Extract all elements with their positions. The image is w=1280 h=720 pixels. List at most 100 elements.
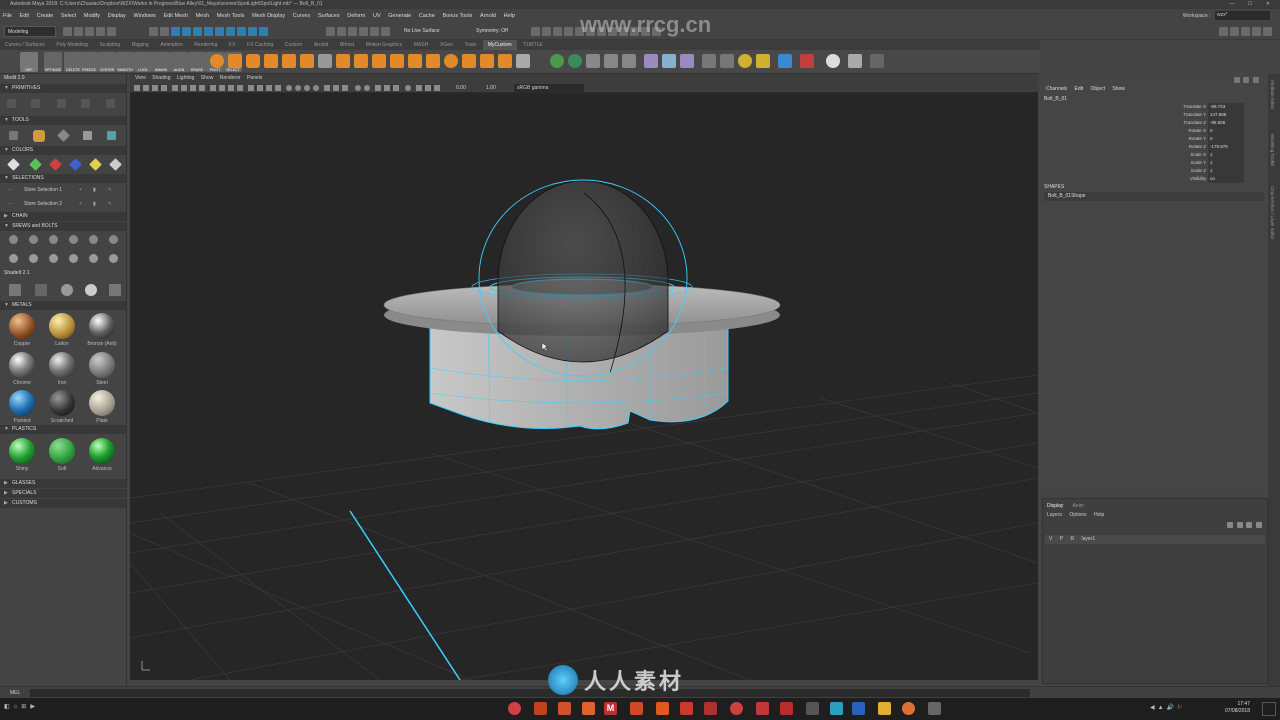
mode-dropdown[interactable]: Modeling <box>4 26 56 37</box>
box-tool-icon[interactable] <box>33 130 45 142</box>
select-object-icon[interactable] <box>160 27 169 36</box>
tab-channel-box-layer-editor[interactable]: Channel Box / Layer Editor <box>1270 186 1275 240</box>
triangle-tool-icon[interactable] <box>83 131 92 140</box>
menu-mesh-display[interactable]: Mesh Display <box>249 9 288 23</box>
shelf-tab[interactable]: Arnold <box>309 40 333 50</box>
shelf-tab[interactable]: Rigging <box>127 40 154 50</box>
section-colors[interactable]: ▼ COLORS <box>0 146 126 155</box>
mask-joint-icon[interactable] <box>193 27 202 36</box>
viewport-menu-view[interactable]: View <box>135 75 146 81</box>
gamma-field[interactable]: 1.00 <box>486 83 496 93</box>
snap-curve-icon[interactable] <box>337 27 346 36</box>
material-iron[interactable] <box>49 352 75 378</box>
move-layer-down-icon[interactable] <box>1236 522 1243 528</box>
shelf-tab[interactable]: MASH <box>409 40 433 50</box>
cylinder-primitive-icon[interactable] <box>246 54 260 68</box>
channel-row[interactable]: Translate Y 147.589 <box>1183 111 1244 119</box>
bolt-icon[interactable] <box>49 254 58 263</box>
layer-playback-toggle[interactable]: P <box>1060 536 1063 542</box>
add-icon[interactable]: + <box>79 197 82 211</box>
script-language-label[interactable]: MEL <box>10 690 20 696</box>
shelf-button-erase[interactable]: ERASE <box>188 52 206 72</box>
bridge-icon[interactable] <box>372 54 386 68</box>
shelf-button-freeze[interactable]: FREEZE <box>80 52 98 72</box>
section-specials[interactable]: ▶ SPECIALS <box>0 489 126 498</box>
remove-icon[interactable]: — <box>8 197 13 211</box>
taskbar-app-icon[interactable] <box>680 702 693 715</box>
taskbar-app-icon[interactable] <box>902 702 915 715</box>
mirror-icon[interactable] <box>444 54 458 68</box>
color-blue-icon[interactable] <box>69 158 82 171</box>
menu-edit[interactable]: Edit <box>17 9 32 23</box>
screw-icon[interactable] <box>49 235 58 244</box>
playblast-icon[interactable] <box>720 54 734 68</box>
new-layer-selected-icon[interactable] <box>1256 522 1262 528</box>
select-icon[interactable]: ▮ <box>93 183 96 197</box>
shelf-tab[interactable]: Bifrost <box>335 40 359 50</box>
cube-primitive-icon[interactable] <box>228 54 242 68</box>
cube-tool-icon[interactable] <box>107 131 116 140</box>
shape-node[interactable]: Bolt_B_01Shape <box>1044 192 1264 201</box>
cursor-icon[interactable]: ↖ <box>108 183 112 197</box>
material-shiny[interactable] <box>9 438 35 464</box>
shelf-button-smooth[interactable]: SMOOTH <box>116 52 134 72</box>
channel-row[interactable]: Scale X1 <box>1190 151 1244 159</box>
extrude-icon[interactable] <box>336 54 350 68</box>
system-tray-icons[interactable]: ◀▲🔊⚐ <box>1150 704 1185 711</box>
section-primitives[interactable]: ▼ PRIMITIVES <box>0 84 126 93</box>
menu-bonus-tools[interactable]: Bonus Tools <box>439 9 475 23</box>
material-painted[interactable] <box>9 390 35 416</box>
viewport-menu-shading[interactable]: Shading <box>152 75 170 81</box>
light-icon[interactable] <box>738 54 752 68</box>
mask-curve-icon[interactable] <box>204 27 213 36</box>
target-weld-icon[interactable] <box>516 54 530 68</box>
help-icon[interactable] <box>1233 77 1240 83</box>
mask-dynamic-icon[interactable] <box>237 27 246 36</box>
mask-misc-icon[interactable] <box>259 27 268 36</box>
material-copper[interactable] <box>9 313 35 339</box>
new-scene-icon[interactable] <box>63 27 72 36</box>
tab-display[interactable]: Display <box>1047 503 1063 509</box>
menu-generate[interactable]: Generate <box>385 9 414 23</box>
mask-deform-icon[interactable] <box>226 27 235 36</box>
plane-icon[interactable] <box>106 99 115 108</box>
taskbar-app-icon[interactable] <box>558 702 571 715</box>
layer-visibility-toggle[interactable]: V <box>1049 536 1052 542</box>
menu-mesh-tools[interactable]: Mesh Tools <box>214 9 248 23</box>
construction-history-icon[interactable] <box>542 27 551 36</box>
taskbar-app-icon[interactable] <box>756 702 769 715</box>
taskbar-3dsmax-icon[interactable] <box>630 702 643 715</box>
command-input[interactable] <box>30 689 1030 697</box>
pyramid-primitive-icon[interactable] <box>300 54 314 68</box>
combine-icon[interactable] <box>390 54 404 68</box>
section-metals[interactable]: ▼ METALS <box>0 301 126 310</box>
new-layer-icon[interactable] <box>1246 522 1253 528</box>
taskbar-app-icon[interactable] <box>656 702 669 715</box>
close-icon[interactable] <box>1253 77 1259 83</box>
hypershade-shelf-icon[interactable] <box>778 54 792 68</box>
section-glasses[interactable]: ▶ GLASSES <box>0 479 126 488</box>
section-tools[interactable]: ▼ TOOLS <box>0 116 126 125</box>
shelf-tab[interactable]: Poly Modeling <box>51 40 92 50</box>
cone-icon[interactable] <box>81 99 90 108</box>
taskbar-maya-icon[interactable]: M <box>604 702 617 715</box>
shade-tool-icon[interactable] <box>9 284 21 296</box>
taskbar-app-icon[interactable] <box>780 702 793 715</box>
shelf-button-def[interactable]: DEF <box>20 52 38 72</box>
layer-name[interactable]: layer1 <box>1081 536 1095 542</box>
grid-tool-icon[interactable] <box>9 131 18 140</box>
taskbar-app-icon[interactable] <box>534 702 547 715</box>
smooth-mesh-icon[interactable] <box>644 54 658 68</box>
tab-modeling-toolkit[interactable]: Modeling Toolkit <box>1270 134 1275 166</box>
bolt-icon[interactable] <box>69 254 78 263</box>
screw-icon[interactable] <box>29 235 38 244</box>
separate-icon[interactable] <box>408 54 422 68</box>
viewport-scene[interactable] <box>130 93 1038 680</box>
taskbar-record-icon[interactable] <box>508 702 521 715</box>
channel-row[interactable]: Translate X -69.723 <box>1183 103 1244 111</box>
channel-row[interactable]: Scale Z1 <box>1191 167 1244 175</box>
taskbar-clock[interactable]: 17:47 07/08/2018 <box>1225 701 1250 715</box>
camera-icon[interactable] <box>702 54 716 68</box>
layout-toggle-icon[interactable] <box>1219 27 1228 36</box>
select-component-icon[interactable] <box>171 27 180 36</box>
